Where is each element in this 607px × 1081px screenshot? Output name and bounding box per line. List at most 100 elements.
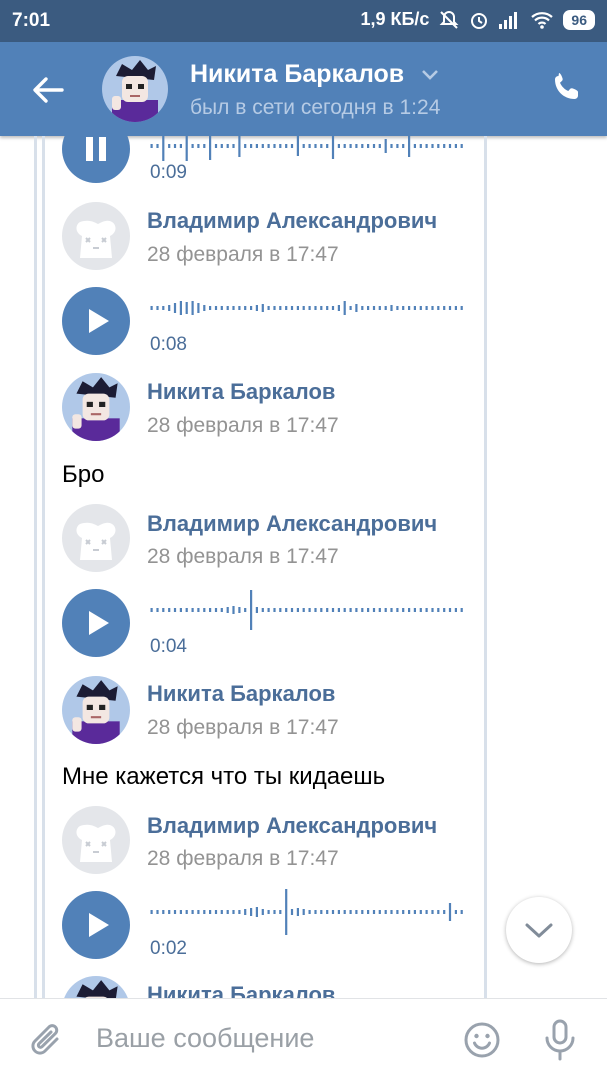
waveform-bar (232, 306, 235, 310)
sender-avatar[interactable] (62, 676, 130, 744)
waveform-bar (372, 306, 376, 310)
waveform-bar (191, 910, 194, 914)
waveform-bar (343, 301, 346, 315)
waveform-bar (308, 608, 311, 612)
deactivated-dog-icon (62, 504, 130, 572)
waveform-bar (244, 306, 247, 310)
waveform-bar (384, 910, 387, 914)
sender-name[interactable]: Никита Баркалов (147, 982, 335, 998)
play-button[interactable] (62, 287, 130, 355)
waveform-bar (402, 608, 405, 612)
waveform-bar (279, 306, 282, 310)
sender-name[interactable]: Владимир Александрович (147, 511, 437, 537)
emoji-icon[interactable] (463, 1021, 501, 1059)
waveform-bar (367, 608, 370, 612)
waveform-bar (408, 910, 411, 914)
play-button[interactable] (62, 589, 130, 657)
waveform-bar (203, 144, 206, 148)
waveform-bar (290, 306, 294, 310)
waveform-bar (372, 144, 376, 148)
sender-name[interactable]: Владимир Александрович (147, 208, 437, 234)
waveform-bar (150, 608, 153, 612)
message-input[interactable]: Ваше сообщение (96, 1023, 314, 1054)
waveform-bar (168, 144, 171, 148)
voice-waveform[interactable] (150, 136, 466, 176)
waveform-bar (244, 144, 247, 148)
waveform-bar (197, 144, 200, 148)
waveform-bar (408, 136, 411, 157)
voice-waveform[interactable] (150, 580, 466, 640)
waveform-bar (279, 608, 282, 612)
waveform-bar (261, 144, 264, 148)
deactivated-dog-icon (62, 202, 130, 270)
voice-waveform[interactable] (150, 278, 466, 338)
waveform-bar (413, 306, 416, 310)
waveform-bar (331, 910, 335, 914)
waveform-bar (378, 910, 381, 914)
waveform-bar (402, 144, 405, 148)
status-time: 7:01 (12, 10, 51, 31)
scroll-down-button[interactable] (506, 897, 572, 963)
play-icon (89, 913, 109, 937)
waveform-bar (203, 305, 206, 311)
waveform-bar (214, 910, 218, 914)
waveform-bar (314, 306, 317, 310)
waveform-bar (197, 910, 200, 914)
voice-waveform[interactable] (150, 882, 466, 942)
waveform-bar (261, 304, 264, 312)
waveform-bar (372, 910, 376, 914)
waveform-bar (255, 907, 258, 917)
sender-avatar[interactable] (62, 976, 130, 998)
message-date: 28 февраля в 17:47 (147, 243, 339, 266)
waveform-bar (384, 139, 387, 153)
waveform-bar (279, 910, 282, 914)
waveform-bar (296, 306, 299, 310)
sender-name[interactable]: Владимир Александрович (147, 813, 437, 839)
waveform-bar (361, 910, 364, 914)
waveform-bar (448, 306, 452, 310)
waveform-bar (279, 144, 282, 148)
waveform-bar (191, 144, 194, 148)
chevron-down-icon[interactable] (420, 68, 440, 82)
message-feed[interactable]: 0:09 Владимир Александрович 28 февраля в… (0, 136, 607, 998)
sender-avatar[interactable] (62, 373, 130, 441)
sender-avatar[interactable] (62, 202, 130, 270)
waveform-bar (308, 910, 311, 914)
waveform-bar (302, 144, 305, 148)
waveform-bar (173, 910, 177, 914)
contact-avatar[interactable] (102, 56, 168, 122)
phone-call-icon[interactable] (550, 72, 584, 106)
waveform-bar (326, 608, 329, 612)
sender-avatar[interactable] (62, 806, 130, 874)
attach-icon[interactable] (28, 1021, 66, 1061)
contact-name[interactable]: Никита Баркалов (190, 60, 404, 89)
sender-avatar[interactable] (62, 504, 130, 572)
waveform-bar (331, 306, 335, 310)
waveform-bar (448, 144, 452, 148)
waveform-bar (448, 903, 452, 921)
microphone-icon[interactable] (543, 1019, 577, 1061)
sender-name[interactable]: Никита Баркалов (147, 681, 335, 707)
play-icon (89, 611, 109, 635)
pause-button[interactable] (62, 136, 130, 183)
waveform-bar (320, 306, 323, 310)
waveform-bar (191, 301, 194, 315)
waveform-bar (267, 910, 270, 914)
waveform-bar (320, 608, 323, 612)
play-button[interactable] (62, 891, 130, 959)
alarm-icon (471, 12, 488, 29)
waveform-bar (290, 144, 294, 148)
waveform-bar (173, 144, 177, 148)
waveform-bar (384, 306, 387, 310)
waveform-bar (267, 144, 270, 148)
waveform-bar (302, 909, 305, 915)
waveform-bar (267, 608, 270, 612)
forward-indicator-line (484, 136, 487, 998)
waveform-bar (343, 608, 346, 612)
waveform-bar (150, 144, 153, 148)
waveform-bar (378, 608, 381, 612)
back-arrow-icon[interactable] (30, 72, 66, 108)
waveform-bar (314, 910, 317, 914)
sender-name[interactable]: Никита Баркалов (147, 379, 335, 405)
waveform-bar (349, 910, 352, 914)
